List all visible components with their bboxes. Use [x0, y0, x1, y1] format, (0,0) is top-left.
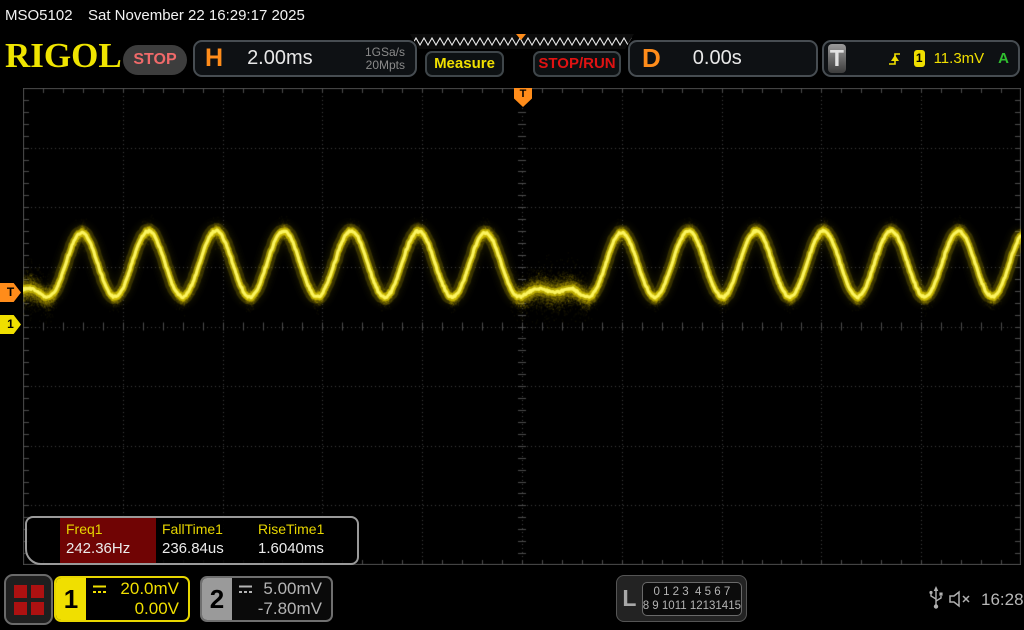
channel-1-offset: 0.00V	[135, 599, 179, 619]
red-square-icon	[14, 602, 27, 615]
channel-1-settings: 20.0mV 0.00V	[86, 578, 188, 620]
delay-label: D	[642, 43, 661, 74]
measurement-label: Freq1	[66, 521, 156, 537]
channel-1-number: 1	[56, 578, 86, 620]
title-bar: MSO5102 Sat November 22 16:29:17 2025	[0, 0, 1024, 30]
channel-2-offset: -7.80mV	[258, 599, 322, 619]
measurement-results-box[interactable]: Freq1 242.36Hz FallTime1 236.84us RiseTi…	[25, 516, 359, 565]
delay-block[interactable]: D 0.00s	[628, 40, 818, 77]
speaker-muted-icon	[948, 589, 974, 609]
trigger-block[interactable]: T 1 11.3mV A	[822, 40, 1020, 77]
channel-1-block[interactable]: 1 20.0mV 0.00V	[54, 576, 190, 622]
waveform-display[interactable]	[23, 88, 1021, 565]
red-square-icon	[31, 602, 44, 615]
sample-rate: 1GSa/s	[365, 45, 405, 59]
rising-edge-trigger-icon	[888, 50, 900, 67]
status-clock: 16:28	[981, 590, 1024, 610]
trigger-level-value: 11.3mV	[934, 50, 985, 67]
usb-icon	[928, 586, 944, 610]
acquisition-status-badge: STOP	[123, 45, 187, 75]
trigger-label: T	[828, 44, 846, 73]
overview-trigger-position-icon	[516, 34, 526, 40]
model-name: MSO5102	[5, 7, 73, 24]
digital-channel-list: 0 1 2 3 4 5 6 7 8 9 1011 12131415	[642, 582, 742, 616]
measurement-label: RiseTime1	[258, 521, 348, 537]
measurement-value: 242.36Hz	[66, 540, 156, 557]
channel-1-scale: 20.0mV	[120, 579, 179, 599]
sample-rate-memory: 1GSa/s 20Mpts	[365, 46, 405, 72]
dc-coupling-icon	[238, 585, 253, 594]
measurement-item-freq1[interactable]: Freq1 242.36Hz	[60, 518, 156, 563]
horizontal-settings-block[interactable]: H 2.00ms 1GSa/s 20Mpts	[193, 40, 417, 77]
dc-coupling-icon	[92, 585, 107, 594]
measurement-value: 236.84us	[162, 540, 252, 557]
measurement-item-risetime1[interactable]: RiseTime1 1.6040ms	[252, 518, 348, 563]
logic-analyzer-label: L	[617, 585, 642, 612]
channel-2-block[interactable]: 2 5.00mV -7.80mV	[200, 576, 333, 622]
trigger-level-marker[interactable]: T	[0, 283, 21, 302]
windows-layout-button[interactable]	[4, 574, 53, 625]
measurement-item-falltime1[interactable]: FallTime1 236.84us	[156, 518, 252, 563]
measure-button[interactable]: Measure	[425, 51, 504, 77]
measurement-gutter	[27, 518, 60, 563]
logic-analyzer-block[interactable]: L 0 1 2 3 4 5 6 7 8 9 1011 12131415	[616, 575, 747, 622]
stop-run-button[interactable]: STOP/RUN	[533, 51, 621, 77]
measurement-value: 1.6040ms	[258, 540, 348, 557]
red-square-icon	[31, 585, 44, 598]
channel-2-number: 2	[202, 578, 232, 620]
horizontal-label: H	[205, 44, 223, 73]
rigol-logo: RIGOL	[5, 40, 127, 74]
memory-depth: 20Mpts	[366, 58, 405, 72]
measurement-label: FallTime1	[162, 521, 252, 537]
channel-2-settings: 5.00mV -7.80mV	[232, 578, 331, 620]
trigger-source-badge: 1	[914, 50, 925, 67]
system-datetime: Sat November 22 16:29:17 2025	[88, 7, 305, 24]
delay-value: 0.00s	[693, 47, 742, 70]
digital-channels-row2: 8 9 1011 12131415	[643, 600, 741, 612]
waveform-overview-strip[interactable]	[410, 34, 634, 49]
digital-channels-row1: 0 1 2 3 4 5 6 7	[653, 586, 730, 598]
red-square-icon	[14, 585, 27, 598]
channel1-ground-marker[interactable]: 1	[0, 315, 21, 334]
timebase-value: 2.00ms	[247, 47, 313, 70]
trigger-mode: A	[998, 50, 1009, 67]
channel-2-scale: 5.00mV	[263, 579, 322, 599]
